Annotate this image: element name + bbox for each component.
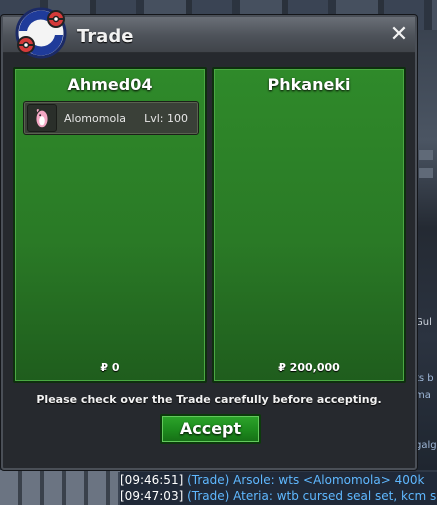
chat-message: (Trade) Arsole: wts <Alomomola> 400k [187, 473, 425, 487]
game-world-edge: ts b ma Gul galg [415, 30, 437, 470]
chat-log: [09:46:51] (Trade) Arsole: wts <Alomomol… [118, 472, 437, 505]
right-money-amount: ₽ 200,000 [278, 361, 340, 374]
chat-line: [09:46:51] (Trade) Arsole: wts <Alomomol… [118, 472, 437, 488]
item-name: Alomomola [64, 112, 126, 125]
alomomola-sprite-icon [27, 104, 57, 132]
left-offer-panel: Ahmed04 Alomomola Lvl: 100 ₽ 0 [13, 67, 207, 383]
item-level: Lvl: 100 [144, 112, 188, 125]
background-chat-snippet: Gul [415, 317, 432, 328]
close-button[interactable]: ✕ [389, 24, 409, 46]
background-chat-snippet: ma [415, 390, 431, 401]
game-hud-strip [0, 470, 120, 505]
chat-line: [09:47:03] (Trade) Ateria: wtb cursed se… [118, 488, 437, 504]
accept-button[interactable]: Accept [160, 414, 261, 444]
trade-warning-text: Please check over the Trade carefully be… [36, 393, 382, 406]
scenery-tile [419, 168, 433, 178]
trade-window: Trade ✕ Ahmed04 Alomomola Lvl: 100 ₽ 0 P [1, 7, 417, 470]
left-player-name: Ahmed04 [67, 75, 153, 94]
trade-exchange-icon [15, 7, 67, 59]
scenery-tile [419, 150, 433, 160]
background-chat-snippet: galg [415, 440, 437, 451]
chat-timestamp: [09:47:03] [120, 489, 184, 503]
background-chat-snippet: ts b [415, 373, 434, 384]
chat-timestamp: [09:46:51] [120, 473, 184, 487]
left-money-amount: ₽ 0 [100, 361, 120, 374]
window-title: Trade [77, 26, 134, 47]
offer-item[interactable]: Alomomola Lvl: 100 [23, 101, 199, 135]
right-offer-panel: Phkaneki ₽ 200,000 [212, 67, 406, 383]
right-player-name: Phkaneki [267, 75, 351, 94]
chat-message: (Trade) Ateria: wtb cursed seal set, kcm… [187, 489, 437, 503]
